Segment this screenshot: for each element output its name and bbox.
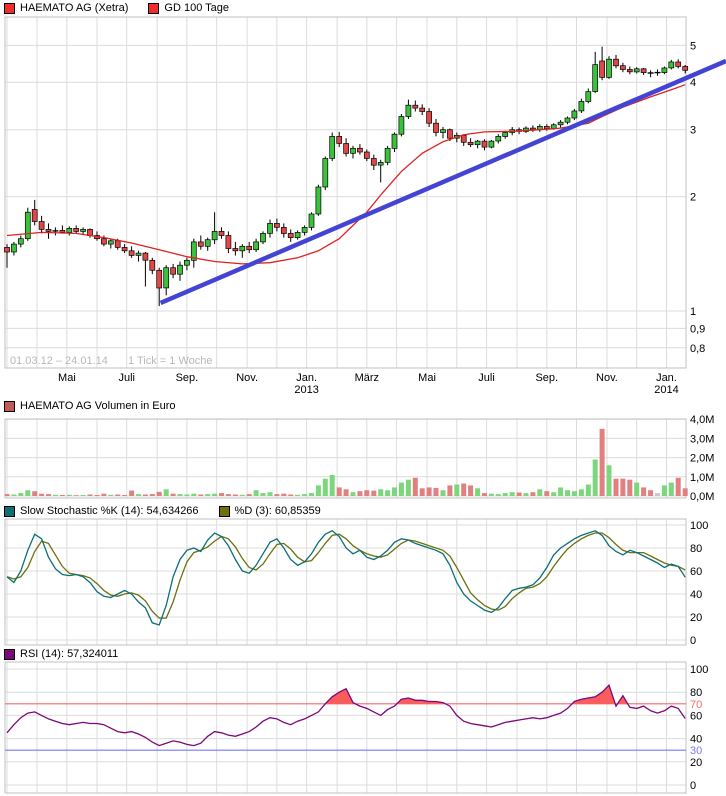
svg-text:0,0M: 0,0M	[690, 491, 714, 503]
series-label-rsi: RSI (14): 57,324011	[20, 648, 118, 660]
svg-text:01.03.12 – 24.01.14: 01.03.12 – 24.01.14	[10, 355, 108, 367]
svg-text:Sep.: Sep.	[535, 372, 558, 384]
svg-text:Jan.: Jan.	[296, 372, 317, 384]
svg-text:Mai: Mai	[418, 372, 436, 384]
svg-text:Mai: Mai	[58, 372, 76, 384]
svg-text:1 Tick = 1 Woche: 1 Tick = 1 Woche	[128, 355, 212, 367]
svg-text:2013: 2013	[294, 384, 318, 396]
series-label-percent-d: %D (3): 60,85359	[235, 505, 321, 517]
svg-text:2014: 2014	[654, 384, 678, 396]
legend-item-rsi: RSI (14): 57,324011	[4, 648, 118, 660]
svg-text:Nov.: Nov.	[596, 372, 618, 384]
svg-text:60: 60	[690, 710, 702, 722]
svg-text:4,0M: 4,0M	[690, 414, 714, 426]
svg-text:3: 3	[690, 125, 696, 137]
svg-text:80: 80	[690, 687, 702, 699]
svg-text:40: 40	[690, 734, 702, 746]
svg-text:80: 80	[690, 543, 702, 555]
svg-text:3,0M: 3,0M	[690, 433, 714, 445]
svg-text:1,0M: 1,0M	[690, 472, 714, 484]
svg-text:40: 40	[690, 589, 702, 601]
svg-text:4: 4	[690, 77, 696, 89]
legend-item-gd100: GD 100 Tage	[148, 2, 229, 14]
stock-chart-application: HAEMATO AG (Xetra) GD 100 Tage HAEMATO A…	[0, 0, 726, 796]
series-swatch-percent-d	[219, 506, 230, 517]
volume-panel: 4,0M 3,0M 2,0M 1,0M 0,0M	[5, 414, 715, 503]
gd100-line	[7, 85, 685, 264]
price-panel: 543210,90,8MaiJuliSep.Nov.Jan.2013MärzMa…	[5, 17, 706, 396]
svg-text:100: 100	[690, 664, 708, 676]
percent-k-line	[7, 531, 685, 625]
series-label-percent-k: Slow Stochastic %K (14): 54,634266	[20, 505, 199, 517]
legend-item-volume: HAEMATO AG Volumen in Euro	[4, 400, 176, 412]
legend-item-haemato: HAEMATO AG (Xetra)	[4, 2, 128, 14]
series-label-volume: HAEMATO AG Volumen in Euro	[20, 400, 176, 412]
series-swatch-rsi	[4, 649, 15, 660]
candlestick-series	[5, 47, 688, 306]
x-axis-labels: MaiJuliSep.Nov.Jan.2013MärzMaiJuliSep.No…	[58, 372, 679, 396]
svg-text:0: 0	[690, 780, 696, 792]
svg-text:0: 0	[690, 635, 696, 647]
series-swatch-percent-k	[4, 506, 15, 517]
series-label-gd100: GD 100 Tage	[164, 2, 229, 14]
series-swatch-haemato	[4, 3, 15, 14]
svg-text:Jan.: Jan.	[656, 372, 677, 384]
legend-item-percent-d: %D (3): 60,85359	[219, 505, 321, 517]
svg-text:Juli: Juli	[118, 372, 135, 384]
svg-text:70: 70	[690, 699, 702, 711]
svg-text:0,9: 0,9	[690, 323, 705, 335]
rsi-overbought-fill	[325, 685, 627, 704]
svg-text:2: 2	[690, 192, 696, 204]
svg-text:Juli: Juli	[478, 372, 495, 384]
chart-canvas: 543210,90,8MaiJuliSep.Nov.Jan.2013MärzMa…	[0, 0, 726, 796]
svg-text:20: 20	[690, 757, 702, 769]
price-y-axis-labels: 5 4 3 2 1 0,9 0,8	[690, 40, 705, 354]
svg-text:20: 20	[690, 612, 702, 624]
svg-text:Sep.: Sep.	[176, 372, 199, 384]
svg-text:5: 5	[690, 40, 696, 52]
percent-d-line	[7, 533, 685, 618]
trend-line	[161, 61, 726, 303]
stochastic-chart-legend: Slow Stochastic %K (14): 54,634266 %D (3…	[4, 505, 321, 517]
series-swatch-volume	[4, 401, 15, 412]
stochastic-panel: 100 80 60 40 20 0	[5, 519, 708, 647]
svg-text:100: 100	[690, 520, 708, 532]
price-chart-legend: HAEMATO AG (Xetra) GD 100 Tage	[4, 2, 229, 14]
price-gridlines	[5, 17, 686, 368]
series-swatch-gd100	[148, 3, 159, 14]
svg-text:0,8: 0,8	[690, 343, 705, 355]
svg-text:März: März	[355, 372, 379, 384]
svg-text:1: 1	[690, 306, 696, 318]
rsi-chart-legend: RSI (14): 57,324011	[4, 648, 118, 660]
date-range-note: 01.03.12 – 24.01.14 1 Tick = 1 Woche	[10, 355, 212, 367]
legend-item-percent-k: Slow Stochastic %K (14): 54,634266	[4, 505, 199, 517]
svg-text:60: 60	[690, 566, 702, 578]
volume-chart-legend: HAEMATO AG Volumen in Euro	[4, 400, 176, 412]
svg-text:30: 30	[690, 745, 702, 757]
series-label-haemato: HAEMATO AG (Xetra)	[20, 2, 128, 14]
svg-text:2,0M: 2,0M	[690, 453, 714, 465]
rsi-panel: 100 807060 403020 0	[5, 662, 708, 793]
svg-text:Nov.: Nov.	[236, 372, 258, 384]
